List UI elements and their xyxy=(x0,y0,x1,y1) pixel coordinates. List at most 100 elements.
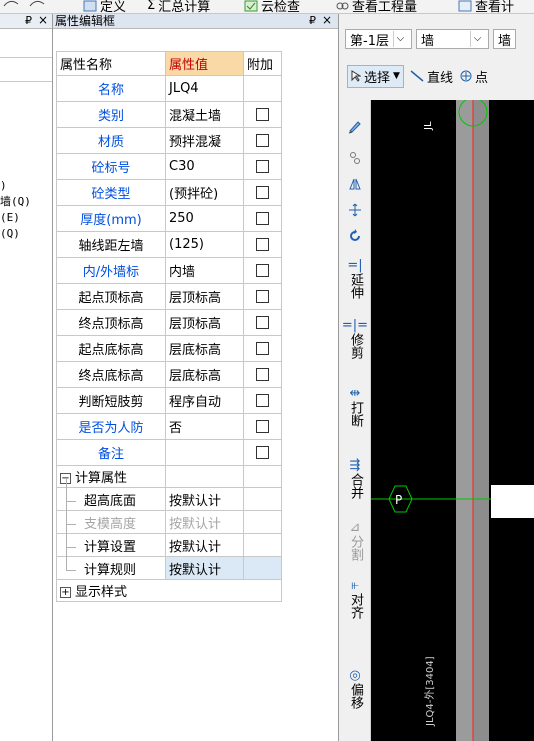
property-value[interactable]: JLQ4 xyxy=(165,75,244,102)
define-button[interactable]: 定义 xyxy=(83,0,126,13)
point-button[interactable]: 点 xyxy=(459,67,488,86)
property-name: 内/外墙标 xyxy=(56,257,166,284)
extra-checkbox[interactable] xyxy=(256,394,269,407)
property-value[interactable]: 层底标高 xyxy=(165,361,244,388)
property-row[interactable]: 终点顶标高 层顶标高 xyxy=(56,309,282,336)
extra-checkbox[interactable] xyxy=(256,108,269,121)
extra-checkbox[interactable] xyxy=(256,238,269,251)
expand-icon[interactable]: + xyxy=(60,587,71,598)
calc-property-value[interactable]: 按默认计 xyxy=(165,487,244,511)
calc-properties-group[interactable]: −计算属性 xyxy=(56,465,282,488)
pin-icon[interactable]: ₽ xyxy=(309,14,316,28)
type-dropdown[interactable]: 墙 ⌵ xyxy=(415,29,489,49)
property-row[interactable]: 砼标号 C30 xyxy=(56,153,282,180)
property-row[interactable]: 起点底标高 层底标高 xyxy=(56,335,282,362)
dropdown-arrow-icon[interactable]: ▼ xyxy=(393,71,400,81)
calc-property-value[interactable]: 按默认计 xyxy=(165,510,244,534)
property-value[interactable]: 否 xyxy=(165,413,244,440)
brush-tool[interactable] xyxy=(339,118,371,138)
property-value[interactable]: 混凝土墙 xyxy=(165,101,244,128)
property-value[interactable]: 250 xyxy=(165,205,244,232)
extra-checkbox[interactable] xyxy=(256,186,269,199)
rotate-tool[interactable] xyxy=(339,228,371,248)
property-row[interactable]: 名称 JLQ4 xyxy=(56,75,282,102)
property-row[interactable]: 起点顶标高 层顶标高 xyxy=(56,283,282,310)
tree-item[interactable]: (E) xyxy=(0,210,52,226)
drawing-canvas[interactable]: P JL JLQ4-外[3404] xyxy=(371,100,534,741)
calc-property-row[interactable]: 计算规则 按默认计 xyxy=(56,546,282,580)
extra-checkbox[interactable] xyxy=(256,368,269,381)
view-calc-icon xyxy=(458,0,472,11)
property-row[interactable]: 砼类型 (预拌砼) xyxy=(56,179,282,206)
property-row[interactable]: 判断短肢剪 程序自动 xyxy=(56,387,282,414)
property-row[interactable]: 厚度(mm) 250 xyxy=(56,205,282,232)
extra-checkbox[interactable] xyxy=(256,342,269,355)
break-label: 打断 xyxy=(348,401,363,427)
tree-item[interactable]: (Q) xyxy=(0,226,52,242)
extra-checkbox[interactable] xyxy=(256,212,269,225)
copy-tool[interactable] xyxy=(339,150,371,170)
align-tool[interactable]: ⫦ 对齐 xyxy=(339,578,371,619)
extra-cell xyxy=(243,361,282,388)
undo-icon[interactable] xyxy=(0,0,50,10)
property-value[interactable]: 层顶标高 xyxy=(165,283,244,310)
extra-checkbox[interactable] xyxy=(256,316,269,329)
view-quantity-button[interactable]: 查看工程量 xyxy=(335,0,417,13)
extra-checkbox[interactable] xyxy=(256,446,269,459)
merge-tool[interactable]: ⇶ 合并 xyxy=(339,458,371,499)
move-tool[interactable] xyxy=(339,202,371,222)
trim-label: 修剪 xyxy=(348,333,363,359)
calc-property-value[interactable]: 按默认计 xyxy=(165,556,244,580)
select-button[interactable]: 选择 ▼ xyxy=(347,64,404,88)
calc-property-row[interactable]: 计算设置 按默认计 xyxy=(56,523,282,557)
break-tool[interactable]: ⇹ 打断 xyxy=(339,386,371,427)
chevron-down-icon: ⌵ xyxy=(469,31,484,47)
property-value[interactable]: 程序自动 xyxy=(165,387,244,414)
extra-checkbox[interactable] xyxy=(256,290,269,303)
tree-item[interactable]: 墙(Q) xyxy=(0,194,52,210)
extra-checkbox[interactable] xyxy=(256,264,269,277)
line-button[interactable]: 直线 xyxy=(410,67,453,86)
property-value[interactable]: 层顶标高 xyxy=(165,309,244,336)
property-value[interactable]: C30 xyxy=(165,153,244,180)
property-row[interactable]: 内/外墙标 内墙 xyxy=(56,257,282,284)
extra-checkbox[interactable] xyxy=(256,420,269,433)
property-value[interactable]: 预拌混凝 xyxy=(165,127,244,154)
mirror-tool[interactable] xyxy=(339,176,371,196)
split-tool[interactable]: ⊿ 分割 xyxy=(339,520,371,561)
property-row[interactable]: 轴线距左墙 (125) xyxy=(56,231,282,258)
calc-property-row[interactable]: 超高底面 按默认计 xyxy=(56,477,282,511)
extra-checkbox[interactable] xyxy=(256,134,269,147)
display-style-group[interactable]: + 显示样式 xyxy=(56,579,282,602)
type2-dropdown[interactable]: 墙 xyxy=(492,29,516,49)
trim-tool[interactable]: =|= 修剪 xyxy=(339,318,371,359)
calc-property-row[interactable]: 支模高度 按默认计 xyxy=(56,500,282,534)
close-icon[interactable]: × xyxy=(38,13,48,27)
property-row[interactable]: 类别 混凝土墙 xyxy=(56,101,282,128)
property-value[interactable]: 内墙 xyxy=(165,257,244,284)
summary-calc-button[interactable]: Σ 汇总计算 xyxy=(147,0,210,13)
close-icon[interactable]: × xyxy=(322,13,332,27)
property-value[interactable]: (125) xyxy=(165,231,244,258)
cloud-check-button[interactable]: 云检查 xyxy=(244,0,300,13)
property-name: 终点顶标高 xyxy=(56,309,166,336)
offset-tool[interactable]: ◎ 偏移 xyxy=(339,668,371,709)
extra-checkbox[interactable] xyxy=(256,160,269,173)
property-row[interactable]: 终点底标高 层底标高 xyxy=(56,361,282,388)
canvas-drawing[interactable]: P JL JLQ4-外[3404] xyxy=(371,100,534,741)
point-label: 点 xyxy=(474,70,488,86)
floor-dropdown[interactable]: 第-1层 ⌵ xyxy=(345,29,412,49)
property-row[interactable]: 材质 预拌混凝 xyxy=(56,127,282,154)
property-row[interactable]: 是否为人防否 xyxy=(56,413,282,440)
tree-item[interactable]: ) xyxy=(0,178,52,194)
search-box[interactable] xyxy=(0,57,52,82)
property-row[interactable]: 备注 xyxy=(56,439,282,466)
extend-tool[interactable]: =| 延伸 xyxy=(339,258,371,299)
undo-redo-icons[interactable] xyxy=(0,0,50,10)
calc-property-value[interactable]: 按默认计 xyxy=(165,533,244,557)
view-calc-button[interactable]: 查看计 xyxy=(458,0,514,13)
property-value[interactable]: 层底标高 xyxy=(165,335,244,362)
property-value[interactable]: (预拌砼) xyxy=(165,179,244,206)
pin-icon[interactable]: ₽ xyxy=(25,14,32,27)
property-value[interactable] xyxy=(165,439,244,466)
